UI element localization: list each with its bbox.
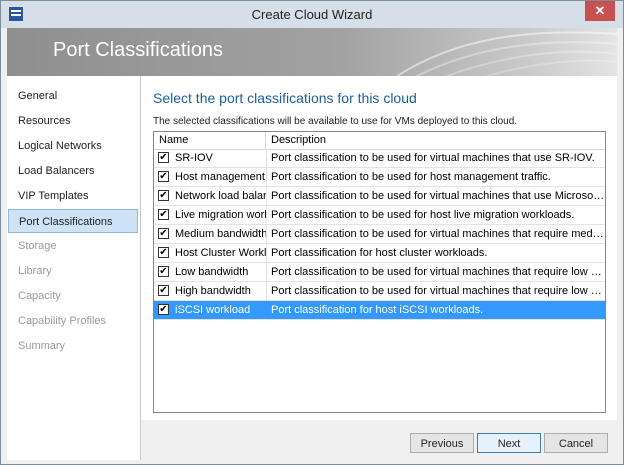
nav-item-summary: Summary [18, 340, 66, 352]
nav-item-port-classifications[interactable]: Port Classifications [8, 209, 138, 233]
row-name: Network load balancing [175, 190, 266, 202]
banner-swirl-graphic [397, 31, 617, 76]
close-icon[interactable]: ✕ [585, 1, 615, 21]
row-checkbox[interactable]: ✔ [158, 247, 169, 258]
row-checkbox[interactable]: ✔ [158, 152, 169, 163]
nav-item-capability-profiles: Capability Profiles [18, 315, 107, 327]
page-title: Port Classifications [53, 39, 224, 61]
row-checkbox[interactable]: ✔ [158, 209, 169, 220]
row-name: Low bandwidth [175, 266, 249, 278]
row-checkbox[interactable]: ✔ [158, 171, 169, 182]
row-description: Port classification to be used for virtu… [266, 282, 605, 300]
row-name: Live migration workload [175, 209, 266, 221]
row-name: SR-IOV [175, 152, 213, 164]
nav-item-logical-networks[interactable]: Logical Networks [8, 134, 138, 158]
nav-item-library: Library [18, 265, 52, 277]
row-description: Port classification to be used for virtu… [266, 263, 605, 281]
row-description: Port classification to be used for virtu… [266, 149, 605, 167]
row-name: Host Cluster Workload [175, 247, 266, 259]
wizard-window: Create Cloud Wizard ✕ Port Classificatio… [0, 0, 624, 465]
row-checkbox[interactable]: ✔ [158, 266, 169, 277]
list-row[interactable]: ✔ Host Cluster Workload Port classificat… [154, 244, 605, 263]
nav-item-vip-templates[interactable]: VIP Templates [8, 184, 138, 208]
row-name: Medium bandwidth [175, 228, 266, 240]
row-description: Port classification to be used for virtu… [266, 225, 605, 243]
list-row[interactable]: ✔ Low bandwidth Port classification to b… [154, 263, 605, 282]
list-row[interactable]: ✔ Medium bandwidth Port classification t… [154, 225, 605, 244]
main-content: Select the port classifications for this… [141, 76, 617, 420]
row-description: Port classification for host cluster wor… [266, 244, 605, 262]
cancel-button[interactable]: Cancel [544, 433, 608, 453]
wizard-footer: Previous Next Cancel [141, 420, 617, 460]
row-description: Port classification to be used for host … [266, 206, 605, 224]
column-header-description[interactable]: Description [266, 132, 605, 149]
window-title: Create Cloud Wizard [251, 7, 373, 22]
title-bar[interactable]: Create Cloud Wizard ✕ [1, 1, 623, 28]
list-header: Name Description [154, 132, 605, 150]
row-name: High bandwidth [175, 285, 251, 297]
row-description: Port classification to be used for host … [266, 168, 605, 186]
page-banner: Port Classifications [7, 28, 617, 76]
row-checkbox[interactable]: ✔ [158, 190, 169, 201]
port-classification-list[interactable]: Name Description ✔ SR-IOV Port classific… [153, 131, 606, 413]
wizard-steps-nav: General Resources Logical Networks Load … [7, 76, 141, 460]
row-description: Port classification to be used for virtu… [266, 187, 605, 205]
nav-item-storage: Storage [18, 240, 57, 252]
row-name: iSCSI workload [175, 304, 251, 316]
nav-item-capacity: Capacity [18, 290, 61, 302]
list-row[interactable]: ✔ Network load balancing Port classifica… [154, 187, 605, 206]
list-row[interactable]: ✔ Live migration workload Port classific… [154, 206, 605, 225]
list-row[interactable]: ✔ Host management Port classification to… [154, 168, 605, 187]
row-name: Host management [175, 171, 265, 183]
nav-item-load-balancers[interactable]: Load Balancers [8, 159, 138, 183]
row-checkbox[interactable]: ✔ [158, 304, 169, 315]
row-checkbox[interactable]: ✔ [158, 285, 169, 296]
next-button[interactable]: Next [477, 433, 541, 453]
nav-item-resources[interactable]: Resources [8, 109, 138, 133]
list-row[interactable]: ✔ SR-IOV Port classification to be used … [154, 149, 605, 168]
list-row[interactable]: ✔ High bandwidth Port classification to … [154, 282, 605, 301]
list-row-selected[interactable]: ✔ iSCSI workload Port classification for… [154, 301, 605, 320]
previous-button[interactable]: Previous [410, 433, 474, 453]
instruction-text: The selected classifications will be ava… [153, 116, 518, 127]
nav-item-general[interactable]: General [8, 84, 138, 108]
column-header-name[interactable]: Name [154, 132, 266, 149]
row-checkbox[interactable]: ✔ [158, 228, 169, 239]
section-heading: Select the port classifications for this… [153, 90, 417, 106]
row-description: Port classification for host iSCSI workl… [266, 301, 605, 319]
